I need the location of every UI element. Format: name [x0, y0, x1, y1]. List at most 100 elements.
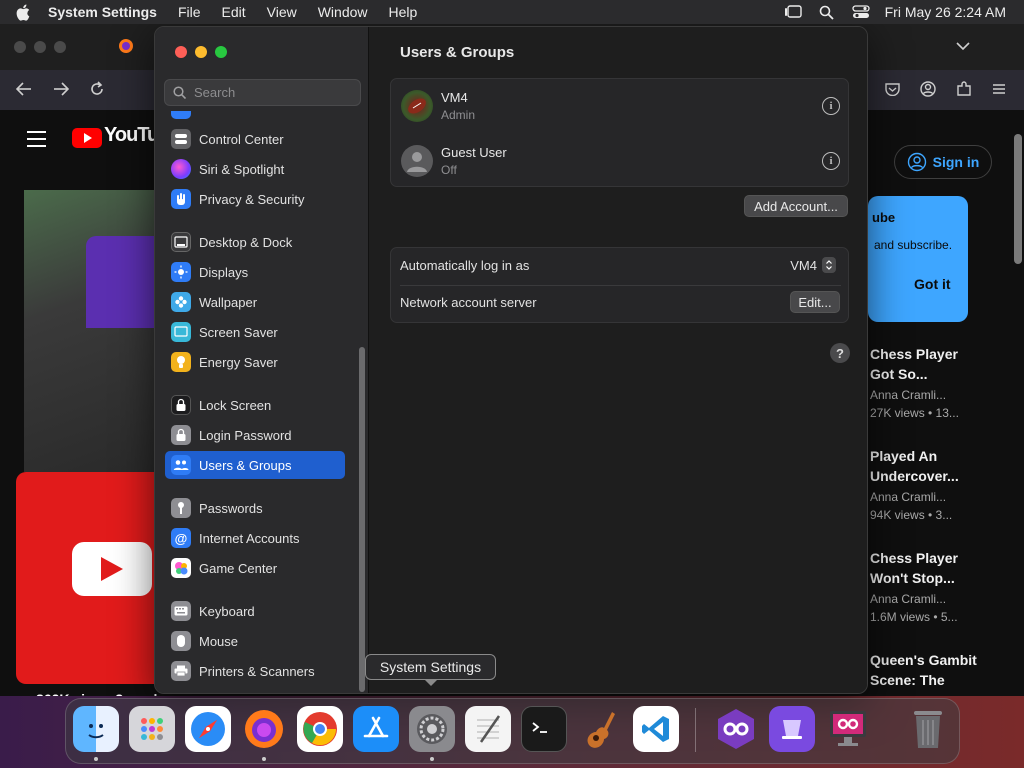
auto-login-popup[interactable]: VM4 [790, 257, 836, 273]
side-video-item[interactable]: Queen's Gambit Scene: The [870, 650, 977, 690]
video-thumbnail[interactable] [24, 190, 154, 472]
add-account-button[interactable]: Add Account... [744, 195, 848, 217]
menu-app-name[interactable]: System Settings [48, 4, 157, 20]
running-indicator [430, 757, 434, 761]
key-icon [171, 498, 191, 518]
tip-got-it-button[interactable]: Got it [914, 276, 951, 292]
sidebar-item-printers-scanners[interactable]: Printers & Scanners [165, 657, 345, 685]
help-button[interactable]: ? [830, 343, 850, 363]
youtube-play-icon [72, 542, 152, 596]
side-video-title: Got So... [870, 366, 928, 382]
sidebar-item-desktop-dock[interactable]: Desktop & Dock [165, 228, 345, 256]
extensions-icon[interactable] [956, 81, 972, 102]
menu-edit[interactable]: Edit [222, 4, 246, 20]
desktop-icon [171, 232, 191, 252]
menu-file[interactable]: File [178, 4, 201, 20]
menu-window[interactable]: Window [318, 4, 368, 20]
user-row-guest[interactable]: Guest User Off i [391, 134, 850, 188]
menu-bar: System Settings File Edit View Window He… [0, 0, 1024, 24]
side-video-item[interactable]: Chess Player Got So... Anna Cramli... 27… [870, 344, 959, 420]
sidebar-item-energy-saver[interactable]: Energy Saver [165, 348, 345, 376]
menu-help[interactable]: Help [389, 4, 418, 20]
finder-icon[interactable] [73, 706, 119, 752]
vscode-icon[interactable] [633, 706, 679, 752]
reload-icon[interactable] [89, 81, 105, 102]
sidebar-scrollbar[interactable] [359, 347, 365, 692]
sidebar-item-mouse[interactable]: Mouse [165, 627, 345, 655]
forward-arrow-icon[interactable] [53, 82, 70, 101]
youtube-logo-icon[interactable] [72, 128, 102, 148]
user-role: Off [441, 163, 457, 177]
user-row-vm4[interactable]: VM4 Admin i [391, 79, 850, 133]
textedit-icon[interactable] [465, 706, 511, 752]
tip-title: ube [872, 210, 896, 225]
sidebar-item-internet-accounts[interactable]: @ Internet Accounts [165, 524, 345, 552]
football-avatar-icon [401, 90, 433, 122]
users-list-group: VM4 Admin i Guest User Off i [390, 78, 849, 187]
spotlight-search-icon[interactable] [817, 4, 837, 20]
menu-clock[interactable]: Fri May 26 2:24 AM [885, 4, 1006, 20]
sign-in-label: Sign in [932, 154, 980, 170]
system-settings-icon[interactable] [409, 706, 455, 752]
trash-icon[interactable] [905, 706, 951, 752]
sidebar-item-passwords[interactable]: Passwords [165, 494, 345, 522]
running-indicator [262, 757, 266, 761]
close-button[interactable] [175, 46, 187, 58]
sidebar-item-clipped[interactable] [165, 111, 345, 121]
stage-manager-icon[interactable] [783, 4, 803, 20]
sidebar-search-field[interactable] [164, 79, 361, 106]
youtube-tip-card: ube and subscribe. Got it [868, 196, 968, 322]
sidebar-item-label: Internet Accounts [199, 530, 300, 546]
info-icon[interactable]: i [822, 152, 840, 170]
side-video-item[interactable]: Chess Player Won't Stop... Anna Cramli..… [870, 548, 958, 624]
guest-avatar-icon [401, 145, 433, 177]
sidebar-item-users-groups[interactable]: Users & Groups [165, 451, 345, 479]
terminal-icon[interactable] [521, 706, 567, 752]
sidebar-item-screen-saver[interactable]: Screen Saver [165, 318, 345, 346]
search-input[interactable] [194, 85, 354, 100]
sidebar-item-privacy-security[interactable]: Privacy & Security [165, 185, 345, 213]
user-circle-icon [907, 152, 926, 172]
youtube-sign-in-button[interactable]: Sign in [894, 145, 992, 179]
safari-icon[interactable] [185, 706, 231, 752]
browser-vertical-scrollbar[interactable] [1014, 134, 1022, 264]
sidebar-item-lock-screen[interactable]: Lock Screen [165, 391, 345, 419]
apple-configurator-icon[interactable] [769, 706, 815, 752]
sidebar-item-siri-spotlight[interactable]: Siri & Spotlight [165, 155, 345, 183]
menu-view[interactable]: View [267, 4, 297, 20]
info-icon[interactable]: i [822, 97, 840, 115]
apple-menu-icon[interactable] [16, 3, 34, 21]
app-menu-icon[interactable] [992, 82, 1006, 100]
back-arrow-icon[interactable] [15, 82, 32, 101]
sidebar-item-wallpaper[interactable]: Wallpaper [165, 288, 345, 316]
tab-list-chevron-icon[interactable] [956, 38, 970, 56]
up-down-chevron-icon [822, 257, 836, 273]
utm-icon[interactable] [713, 706, 759, 752]
zoom-button[interactable] [215, 46, 227, 58]
game-center-icon [171, 558, 191, 578]
control-center-toggle-icon[interactable] [851, 4, 871, 20]
garageband-icon[interactable] [577, 706, 623, 752]
side-video-title: Played An [870, 448, 938, 464]
youtube-menu-icon[interactable] [27, 131, 46, 152]
sidebar-item-displays[interactable]: Displays [165, 258, 345, 286]
chrome-icon[interactable] [297, 706, 343, 752]
sidebar-item-game-center[interactable]: Game Center [165, 554, 345, 582]
firefox-icon[interactable] [241, 706, 287, 752]
printer-icon [171, 661, 191, 681]
sidebar-item-control-center[interactable]: Control Center [165, 125, 345, 153]
tooltip-arrow [424, 679, 438, 686]
pocket-icon[interactable] [885, 82, 900, 101]
sidebar-item-keyboard[interactable]: Keyboard [165, 597, 345, 625]
account-icon[interactable] [920, 81, 936, 102]
sidebar-item-login-password[interactable]: Login Password [165, 421, 345, 449]
firefox-tab-icon[interactable] [118, 38, 134, 59]
utm-display-icon[interactable] [825, 706, 871, 752]
side-video-title: Won't Stop... [870, 570, 955, 586]
bg-minimize-dot [34, 41, 46, 53]
launchpad-icon[interactable] [129, 706, 175, 752]
app-store-icon[interactable] [353, 706, 399, 752]
edit-network-server-button[interactable]: Edit... [790, 291, 840, 313]
minimize-button[interactable] [195, 46, 207, 58]
side-video-item[interactable]: Played An Undercover... Anna Cramli... 9… [870, 446, 959, 522]
